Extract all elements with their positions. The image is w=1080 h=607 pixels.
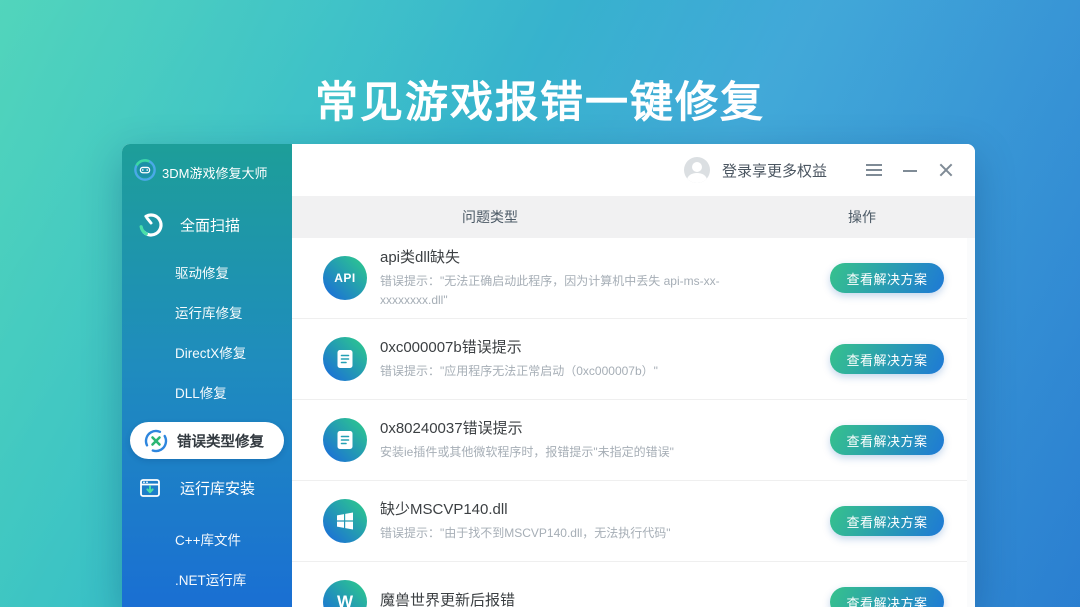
main-content: 问题类型 操作 API api类dll缺失 错误提示："无法正确启动此程序，因为… [292,196,975,607]
table-header: 问题类型 操作 [292,196,975,238]
error-type-icon [143,428,169,454]
issue-description: 安装ie插件或其他微软程序时，报错提示"未指定的错误" [380,443,772,462]
avatar[interactable] [684,157,710,183]
sidebar-item-label: 错误类型修复 [177,430,264,451]
view-solution-button[interactable]: 查看解决方案 [830,425,944,455]
view-solution-button[interactable]: 查看解决方案 [830,263,944,293]
sidebar: 3DM游戏修复大师 全面扫描 驱动修复 运行库修复 DirectX修复 D [122,144,292,607]
minimize-icon[interactable] [901,161,919,179]
sidebar-item-label: .NET运行库 [175,569,246,589]
column-header-problem-type: 问题类型 [292,196,688,238]
issue-title: api类dll缺失 [380,246,780,267]
wow-badge: W [323,580,367,607]
page-title: 常见游戏报错一键修复 [0,68,1080,130]
issue-description: 错误提示："应用程序无法正常启动（0xc000007b）" [380,362,772,381]
close-icon[interactable] [937,161,955,179]
document-icon [323,418,367,462]
sidebar-item-label: 运行库修复 [175,302,243,322]
app-brand: 3DM游戏修复大师 [122,144,292,196]
app-window: 3DM游戏修复大师 全面扫描 驱动修复 运行库修复 DirectX修复 D [122,144,975,607]
table-row: W 魔兽世界更新后报错 查看解决方案 [292,562,975,607]
sidebar-item-label: DLL修复 [175,382,227,402]
sidebar-item-label: DirectX修复 [175,342,246,362]
table-row: API api类dll缺失 错误提示："无法正确启动此程序，因为计算机中丢失 a… [292,238,975,319]
menu-icon[interactable] [865,161,883,179]
sidebar-item-full-scan[interactable]: 全面扫描 [122,210,292,240]
login-link[interactable]: 登录享更多权益 [722,160,827,181]
scrollbar[interactable] [967,238,975,607]
sidebar-item-label: 全面扫描 [180,215,240,236]
sidebar-item-runtime-install[interactable]: 运行库安装 [122,473,292,503]
scan-icon [136,210,166,240]
sidebar-item-dll-fix[interactable]: DLL修复 [122,377,292,407]
titlebar: 登录享更多权益 [292,144,975,196]
column-header-action: 操作 [792,196,932,238]
sidebar-item-label: 驱动修复 [175,262,229,282]
app-name: 3DM游戏修复大师 [162,163,267,182]
view-solution-button[interactable]: 查看解决方案 [830,506,944,536]
view-solution-button[interactable]: 查看解决方案 [830,344,944,374]
document-icon [323,337,367,381]
table-row: 0xc000007b错误提示 错误提示："应用程序无法正常启动（0xc00000… [292,319,975,400]
issue-title: 0x80240037错误提示 [380,417,780,438]
issue-title: 缺少MSCVP140.dll [380,498,780,519]
issue-title: 魔兽世界更新后报错 [380,589,780,607]
view-solution-button[interactable]: 查看解决方案 [830,587,944,607]
window-controls [865,161,955,179]
desktop-background: 常见游戏报错一键修复 3DM游戏修复大师 [0,0,1080,607]
issue-description: 错误提示："无法正确启动此程序，因为计算机中丢失 api-ms-xx-xxxxx… [380,272,772,310]
table-row: 0x80240037错误提示 安装ie插件或其他微软程序时，报错提示"未指定的错… [292,400,975,481]
sidebar-item-cpp-library[interactable]: C++库文件 [122,524,292,554]
sidebar-item-label: 运行库安装 [180,478,255,499]
app-logo-icon [134,159,156,181]
sidebar-item-driver-fix[interactable]: 驱动修复 [122,257,292,287]
issue-title: 0xc000007b错误提示 [380,336,780,357]
sidebar-item-runtime-fix[interactable]: 运行库修复 [122,297,292,327]
api-badge: API [323,256,367,300]
table-row: 缺少MSCVP140.dll 错误提示："由于找不到MSCVP140.dll，无… [292,481,975,562]
sidebar-item-label: C++库文件 [175,529,241,549]
sidebar-item-dotnet-runtime[interactable]: .NET运行库 [122,564,292,594]
runtime-install-icon [138,476,162,500]
issue-description: 错误提示："由于找不到MSCVP140.dll，无法执行代码" [380,524,772,543]
windows-icon [323,499,367,543]
sidebar-item-error-type-fix-selected[interactable]: 错误类型修复 [130,422,284,459]
sidebar-item-directx-fix[interactable]: DirectX修复 [122,337,292,367]
